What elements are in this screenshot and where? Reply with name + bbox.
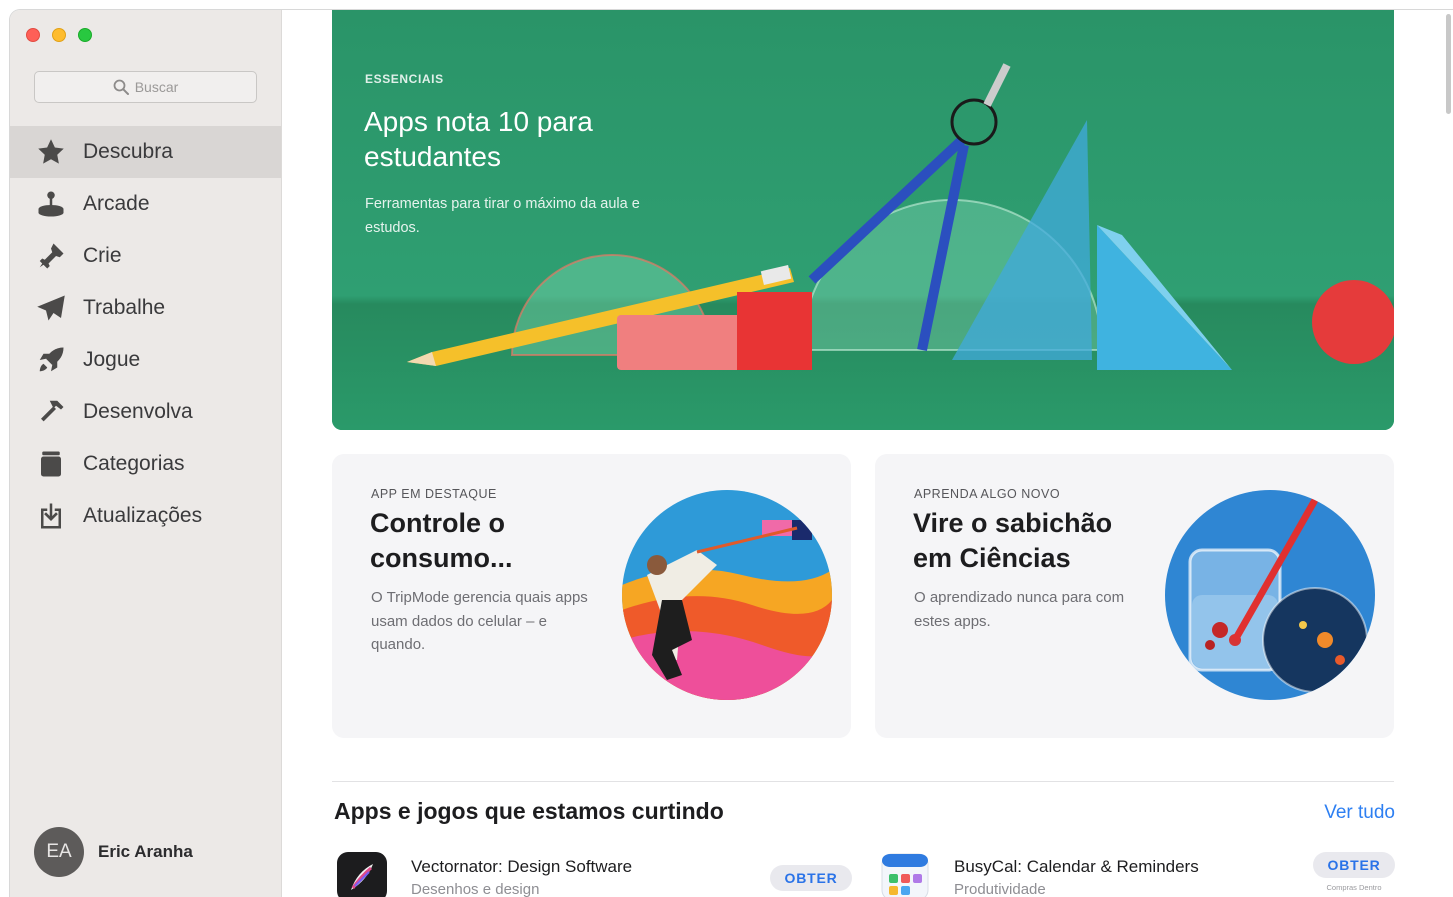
search-icon <box>113 79 129 95</box>
section-divider <box>332 781 1394 782</box>
star-icon <box>34 135 68 169</box>
app-list-item[interactable]: BusyCal: Calendar & Reminders Produtivid… <box>880 852 1395 897</box>
get-button-group: OBTER Compras Dentro <box>1313 852 1395 892</box>
sidebar-item-crie[interactable]: Crie <box>10 230 281 282</box>
maximize-window-button[interactable] <box>78 28 92 42</box>
see-all-link[interactable]: Ver tudo <box>1324 802 1395 824</box>
archive-icon <box>34 447 68 481</box>
hero-title: Apps nota 10 para estudantes <box>364 106 593 172</box>
hammer-icon <box>34 395 68 429</box>
busycal-icon <box>880 852 930 897</box>
sidebar-item-label: Arcade <box>83 192 150 215</box>
scrollbar[interactable] <box>1446 14 1451 114</box>
app-category: Desenhos e design <box>411 881 540 897</box>
sidebar-item-trabalhe[interactable]: Trabalhe <box>10 282 281 334</box>
sidebar-item-label: Atualizações <box>83 504 203 527</box>
in-app-purchases-note: Compras Dentro <box>1326 883 1382 892</box>
sidebar-nav: Descubra Arcade Crie Trabalhe Jogue Dese… <box>10 126 281 542</box>
account-name: Eric Aranha <box>98 842 193 861</box>
sidebar-item-arcade[interactable]: Arcade <box>10 178 281 230</box>
featured-hero-banner[interactable]: ESSENCIAIS Apps nota 10 para estudantes … <box>332 10 1394 430</box>
card-description: O TripMode gerencia quais apps usam dado… <box>371 589 588 653</box>
joystick-icon <box>34 187 68 221</box>
sidebar-item-desenvolva[interactable]: Desenvolva <box>10 386 281 438</box>
sidebar-item-descubra[interactable]: Descubra <box>10 126 281 178</box>
card-title: Vire o sabichão em Ciências <box>913 508 1113 573</box>
learn-something-card[interactable]: APRENDA ALGO NOVO Vire o sabichão em Ciê… <box>875 454 1394 738</box>
hero-eyebrow: ESSENCIAIS <box>365 72 444 86</box>
sidebar-item-atualizacoes[interactable]: Atualizações <box>10 490 281 542</box>
sidebar-item-label: Desenvolva <box>83 400 193 423</box>
avatar: EA <box>34 827 84 877</box>
sidebar-item-categorias[interactable]: Categorias <box>10 438 281 490</box>
close-window-button[interactable] <box>26 28 40 42</box>
sidebar-item-label: Jogue <box>83 348 141 371</box>
card-eyebrow: APRENDA ALGO NOVO <box>914 487 1061 501</box>
vectornator-icon <box>337 852 387 897</box>
search-input[interactable]: Buscar <box>34 71 257 103</box>
app-name: BusyCal: Calendar & Reminders <box>954 857 1199 876</box>
featured-app-card[interactable]: APP EM DESTAQUE Controle o consumo... O … <box>332 454 851 738</box>
hero-subtitle: Ferramentas para tirar o máximo da aula … <box>365 196 640 236</box>
paper-plane-icon <box>34 291 68 325</box>
window-controls <box>26 28 92 42</box>
download-icon <box>34 499 68 533</box>
account-profile[interactable]: EA Eric Aranha <box>34 827 193 877</box>
sidebar-item-label: Descubra <box>83 140 173 163</box>
app-category: Produtividade <box>954 881 1046 897</box>
search-placeholder: Buscar <box>134 79 179 95</box>
brush-icon <box>34 239 68 273</box>
science-illustration <box>1165 490 1375 700</box>
sidebar-item-jogue[interactable]: Jogue <box>10 334 281 386</box>
tripmode-illustration <box>622 490 832 700</box>
rocket-icon <box>34 343 68 377</box>
get-button[interactable]: OBTER <box>770 865 852 891</box>
card-title: Controle o consumo... <box>370 508 513 573</box>
main-content: ESSENCIAIS Apps nota 10 para estudantes … <box>282 10 1453 897</box>
app-name: Vectornator: Design Software <box>411 857 633 876</box>
card-description: O aprendizado nunca para com estes apps. <box>914 589 1125 630</box>
minimize-window-button[interactable] <box>52 28 66 42</box>
sidebar: Buscar Descubra Arcade Crie Trabalhe Jog… <box>10 10 282 897</box>
sidebar-item-label: Crie <box>83 244 122 267</box>
get-button[interactable]: OBTER <box>1313 852 1395 878</box>
sidebar-item-label: Categorias <box>83 452 185 475</box>
card-eyebrow: APP EM DESTAQUE <box>371 487 497 501</box>
section-title: Apps e jogos que estamos curtindo <box>334 798 724 824</box>
sidebar-item-label: Trabalhe <box>83 296 166 319</box>
app-store-window: Buscar Descubra Arcade Crie Trabalhe Jog… <box>10 10 1453 897</box>
app-list-item[interactable]: Vectornator: Design Software Desenhos e … <box>337 852 852 897</box>
